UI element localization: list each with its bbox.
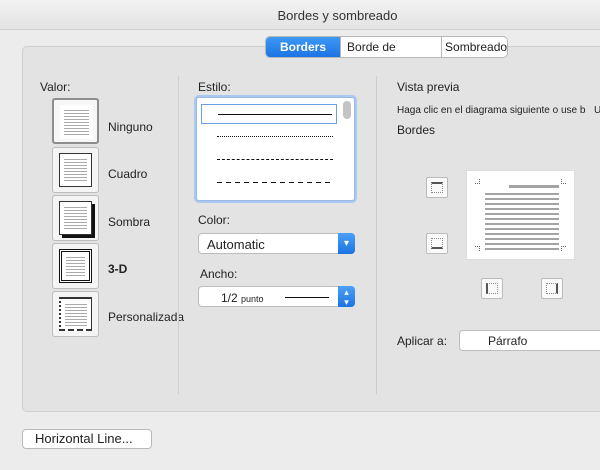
preview-hint: Haga clic en el diagrama siguiente o use…: [397, 105, 586, 116]
style-option-dotted[interactable]: [201, 127, 337, 147]
setting-custom-thumb[interactable]: [52, 291, 99, 337]
page-thumb: [59, 153, 92, 187]
setting-none-label: Ninguno: [108, 120, 153, 134]
style-option-dashed[interactable]: [201, 150, 337, 170]
window-title: Bordes y sombreado: [277, 8, 398, 23]
width-heading: Ancho:: [200, 267, 238, 281]
page-thumb: [59, 297, 92, 331]
preview-heading: Vista previa: [397, 80, 460, 94]
setting-box-thumb[interactable]: [52, 147, 99, 193]
title-bar: Bordes y sombreado: [0, 0, 600, 30]
preview-text-lines: [485, 190, 559, 250]
divider-left: [178, 76, 179, 394]
style-list-scrollbar[interactable]: [343, 101, 351, 119]
tab-page-border[interactable]: Borde de página: [340, 37, 441, 57]
chevron-down-icon: ▾: [338, 233, 355, 254]
style-option-solid[interactable]: [201, 104, 337, 124]
left-border-button[interactable]: [481, 278, 503, 299]
apply-to-value: Párrafo: [488, 334, 528, 348]
top-border-button[interactable]: [426, 177, 448, 198]
page-thumb: [59, 201, 92, 235]
style-option-long-dashed[interactable]: [201, 173, 337, 193]
tab-bar: Borders Borde de página Sombreado: [265, 36, 509, 58]
preview-heading-line: [509, 185, 559, 188]
setting-shadow-thumb[interactable]: [52, 195, 99, 241]
preview-diagram[interactable]: [466, 170, 575, 260]
width-value: 1/2: [221, 291, 238, 305]
color-value: Automatic: [207, 237, 265, 252]
width-line-sample: [285, 297, 329, 298]
bottom-border-icon: [431, 238, 443, 249]
divider-right: [376, 76, 377, 394]
setting-box-label: Cuadro: [108, 167, 148, 181]
setting-none-thumb[interactable]: [52, 98, 99, 144]
page-thumb: [60, 105, 93, 139]
right-border-button[interactable]: [541, 278, 563, 299]
setting-heading: Valor:: [40, 80, 71, 94]
preview-subheading: Bordes: [397, 123, 436, 137]
right-border-icon: [546, 283, 558, 294]
stepper-icon: ▴ ▾: [338, 286, 355, 307]
preview-hint-cut: U: [594, 105, 600, 116]
horizontal-line-button[interactable]: Horizontal Line...: [22, 429, 152, 449]
style-heading: Estilo:: [198, 80, 231, 94]
setting-shadow-label: Sombra: [108, 215, 151, 229]
color-heading: Color:: [198, 213, 231, 227]
left-border-icon: [486, 283, 498, 294]
tab-shading[interactable]: Sombreado: [441, 37, 507, 57]
top-border-icon: [431, 182, 443, 193]
bottom-border-button[interactable]: [426, 233, 448, 254]
width-popup[interactable]: 1/2 punto ▴ ▾: [198, 286, 355, 307]
apply-to-popup[interactable]: Párrafo: [459, 330, 600, 351]
setting-3d-thumb[interactable]: [52, 243, 99, 289]
apply-to-label: Aplicar a:: [397, 334, 448, 348]
setting-custom-label: Personalizada: [108, 310, 185, 324]
width-unit: punto: [241, 294, 264, 304]
tab-borders[interactable]: Borders: [266, 37, 341, 57]
setting-3d-label: 3-D: [108, 262, 128, 276]
style-list[interactable]: [196, 97, 355, 201]
color-popup[interactable]: Automatic ▾: [198, 233, 355, 254]
page-thumb: [59, 249, 92, 283]
